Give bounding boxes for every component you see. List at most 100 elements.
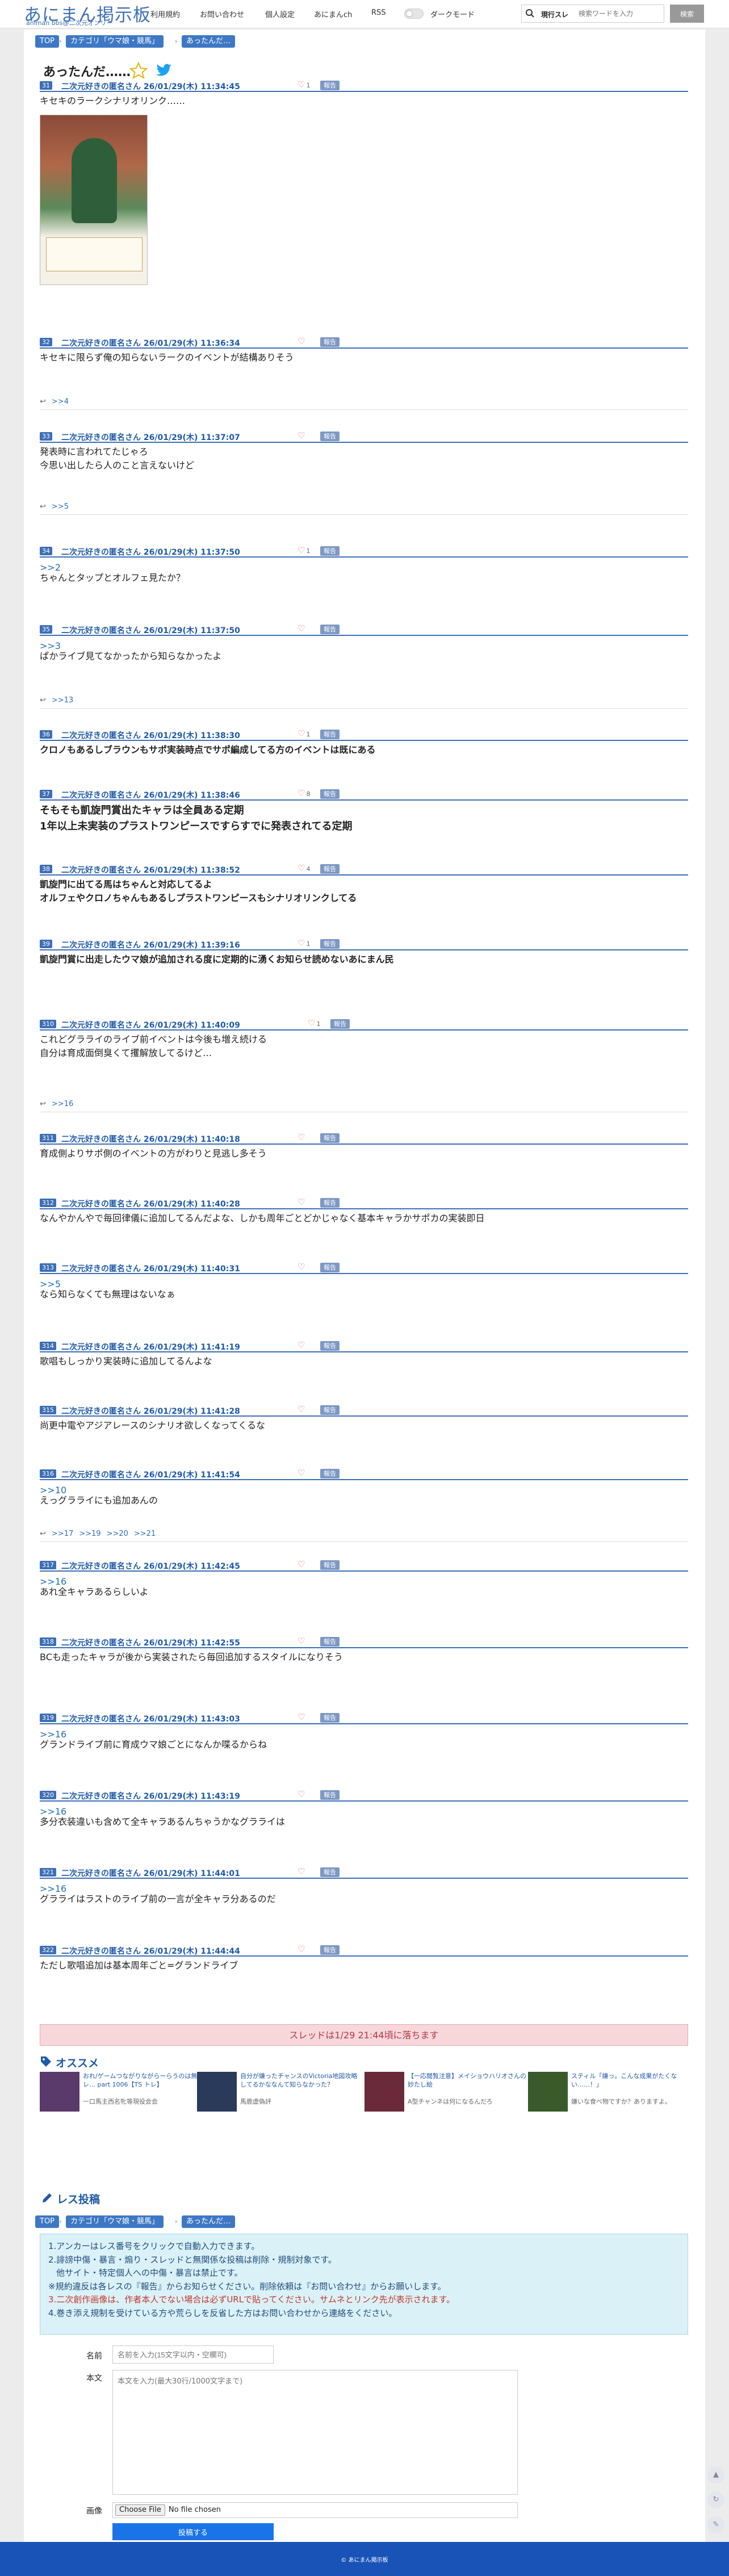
report-button[interactable]: 報告 xyxy=(320,1560,340,1570)
post-number[interactable]: 31 xyxy=(40,81,52,90)
nav-terms[interactable]: 利用規約 xyxy=(150,9,180,19)
reload-icon[interactable]: ↻ xyxy=(707,2491,724,2508)
like-heart-icon[interactable]: ♡ 1 xyxy=(298,545,310,555)
choose-file-button[interactable]: Choose File xyxy=(115,2504,165,2516)
report-button[interactable]: 報告 xyxy=(330,1019,350,1029)
search-button[interactable]: 検索 xyxy=(670,5,704,23)
like-heart-icon[interactable]: ♡ xyxy=(298,430,306,441)
recommend-thumbnail[interactable] xyxy=(364,2072,404,2112)
search-scope-select[interactable]: 現行スレ xyxy=(541,10,568,19)
nav-animanch[interactable]: あにまんch xyxy=(314,9,352,19)
like-heart-icon[interactable]: ♡ xyxy=(298,336,306,346)
like-heart-icon[interactable]: ♡ xyxy=(298,1404,306,1414)
like-heart-icon[interactable]: ♡ 4 xyxy=(298,863,310,873)
post-number[interactable]: 37 xyxy=(40,790,52,798)
body-textarea[interactable] xyxy=(112,2370,518,2495)
post-number[interactable]: 314 xyxy=(40,1342,56,1350)
post-number[interactable]: 320 xyxy=(40,1791,56,1799)
post-number[interactable]: 38 xyxy=(40,865,52,873)
post-number[interactable]: 39 xyxy=(40,940,52,948)
reply-link[interactable]: >>21 xyxy=(134,1530,156,1538)
like-heart-icon[interactable]: ♡ xyxy=(298,623,306,634)
report-button[interactable]: 報告 xyxy=(320,432,340,441)
report-button[interactable]: 報告 xyxy=(320,625,340,634)
post-number[interactable]: 35 xyxy=(40,625,52,634)
like-heart-icon[interactable]: ♡ xyxy=(298,1262,306,1272)
report-button[interactable]: 報告 xyxy=(320,1133,340,1143)
report-button[interactable]: 報告 xyxy=(320,1945,340,1955)
write-icon[interactable]: ✎ xyxy=(707,2516,724,2533)
like-heart-icon[interactable]: ♡ 1 xyxy=(298,938,310,948)
reply-link[interactable]: >>13 xyxy=(52,696,73,705)
post-number[interactable]: 318 xyxy=(40,1637,56,1646)
report-button[interactable]: 報告 xyxy=(320,864,340,874)
breadcrumb-thread[interactable]: あったんだ… xyxy=(182,35,236,48)
breadcrumb-top[interactable]: TOP xyxy=(35,35,60,48)
like-heart-icon[interactable]: ♡ xyxy=(298,1197,306,1207)
nav-rss[interactable]: RSS xyxy=(371,9,386,17)
recommend-title-link[interactable]: スティル「嫌っ。こんな成果がたくない……！」 xyxy=(571,2072,693,2089)
report-button[interactable]: 報告 xyxy=(320,1198,340,1208)
like-heart-icon[interactable]: ♡ xyxy=(298,1944,306,1954)
recommend-title-link[interactable]: 【一応閲覧注意】メイショウハリオさんの妙たし絵 xyxy=(408,2072,530,2089)
reply-link[interactable]: >>17 xyxy=(52,1530,73,1538)
post-number[interactable]: 310 xyxy=(40,1020,56,1028)
post-number[interactable]: 316 xyxy=(40,1469,56,1478)
post-number[interactable]: 32 xyxy=(40,338,52,346)
like-heart-icon[interactable]: ♡ xyxy=(298,1636,306,1646)
recommend-title-link[interactable]: おれ/ゲームつながりながらーらうのは無限レ… part 1006【TS トレ】 xyxy=(83,2072,205,2089)
report-button[interactable]: 報告 xyxy=(320,1263,340,1272)
report-button[interactable]: 報告 xyxy=(320,81,340,90)
reply-link[interactable]: >>5 xyxy=(52,502,69,511)
post-number[interactable]: 312 xyxy=(40,1199,56,1207)
post-number[interactable]: 321 xyxy=(40,1868,56,1876)
recommend-title-link[interactable]: 自分が嫌ったチャンスのVictoria地図攻略してるかななんて知らなかった？ xyxy=(240,2072,362,2089)
report-button[interactable]: 報告 xyxy=(320,1713,340,1723)
like-heart-icon[interactable]: ♡ xyxy=(298,1340,306,1350)
like-heart-icon[interactable]: ♡ xyxy=(298,1132,306,1142)
like-heart-icon[interactable]: ♡ xyxy=(298,1468,306,1478)
search-input[interactable] xyxy=(579,7,661,20)
nav-settings[interactable]: 個人設定 xyxy=(265,9,295,19)
post-number[interactable]: 317 xyxy=(40,1561,56,1569)
submit-button[interactable]: 投稿する xyxy=(112,2523,274,2540)
breadcrumb-thread[interactable]: あったんだ… xyxy=(182,2215,236,2228)
report-button[interactable]: 報告 xyxy=(320,546,340,556)
like-heart-icon[interactable]: ♡ 1 xyxy=(298,728,310,739)
post-image-thumbnail[interactable] xyxy=(40,115,148,285)
like-heart-icon[interactable]: ♡ xyxy=(298,1559,306,1569)
report-button[interactable]: 報告 xyxy=(320,1637,340,1647)
post-number[interactable]: 33 xyxy=(40,432,52,441)
post-number[interactable]: 315 xyxy=(40,1406,56,1414)
report-button[interactable]: 報告 xyxy=(320,730,340,739)
scroll-top-icon[interactable]: ▲ xyxy=(707,2466,724,2483)
post-number[interactable]: 322 xyxy=(40,1946,56,1954)
reply-link[interactable]: >>4 xyxy=(52,397,69,406)
report-button[interactable]: 報告 xyxy=(320,1469,340,1478)
recommend-thumbnail[interactable] xyxy=(40,2072,79,2112)
report-button[interactable]: 報告 xyxy=(320,789,340,799)
recommend-thumbnail[interactable] xyxy=(197,2072,237,2112)
dark-mode-toggle[interactable] xyxy=(404,9,424,19)
breadcrumb-category[interactable]: カテゴリ「ウマ娘・競馬」 xyxy=(66,2215,164,2228)
breadcrumb-category[interactable]: カテゴリ「ウマ娘・競馬」 xyxy=(66,35,164,48)
favorite-star-icon[interactable] xyxy=(129,61,148,79)
report-button[interactable]: 報告 xyxy=(320,1405,340,1415)
breadcrumb-top[interactable]: TOP xyxy=(35,2215,60,2228)
like-heart-icon[interactable]: ♡ 8 xyxy=(298,788,310,798)
reply-link[interactable]: >>20 xyxy=(107,1530,128,1538)
recommend-thumbnail[interactable] xyxy=(528,2072,568,2112)
post-number[interactable]: 34 xyxy=(40,547,52,555)
like-heart-icon[interactable]: ♡ 1 xyxy=(298,79,310,90)
report-button[interactable]: 報告 xyxy=(320,1867,340,1877)
like-heart-icon[interactable]: ♡ 1 xyxy=(308,1018,320,1028)
post-number[interactable]: 311 xyxy=(40,1134,56,1142)
twitter-share-icon[interactable] xyxy=(156,64,173,78)
name-field[interactable] xyxy=(112,2345,274,2364)
post-number[interactable]: 319 xyxy=(40,1714,56,1722)
post-number[interactable]: 36 xyxy=(40,730,52,739)
like-heart-icon[interactable]: ♡ xyxy=(298,1789,306,1799)
nav-contact[interactable]: お問い合わせ xyxy=(200,9,244,19)
report-button[interactable]: 報告 xyxy=(320,1341,340,1351)
report-button[interactable]: 報告 xyxy=(320,337,340,347)
